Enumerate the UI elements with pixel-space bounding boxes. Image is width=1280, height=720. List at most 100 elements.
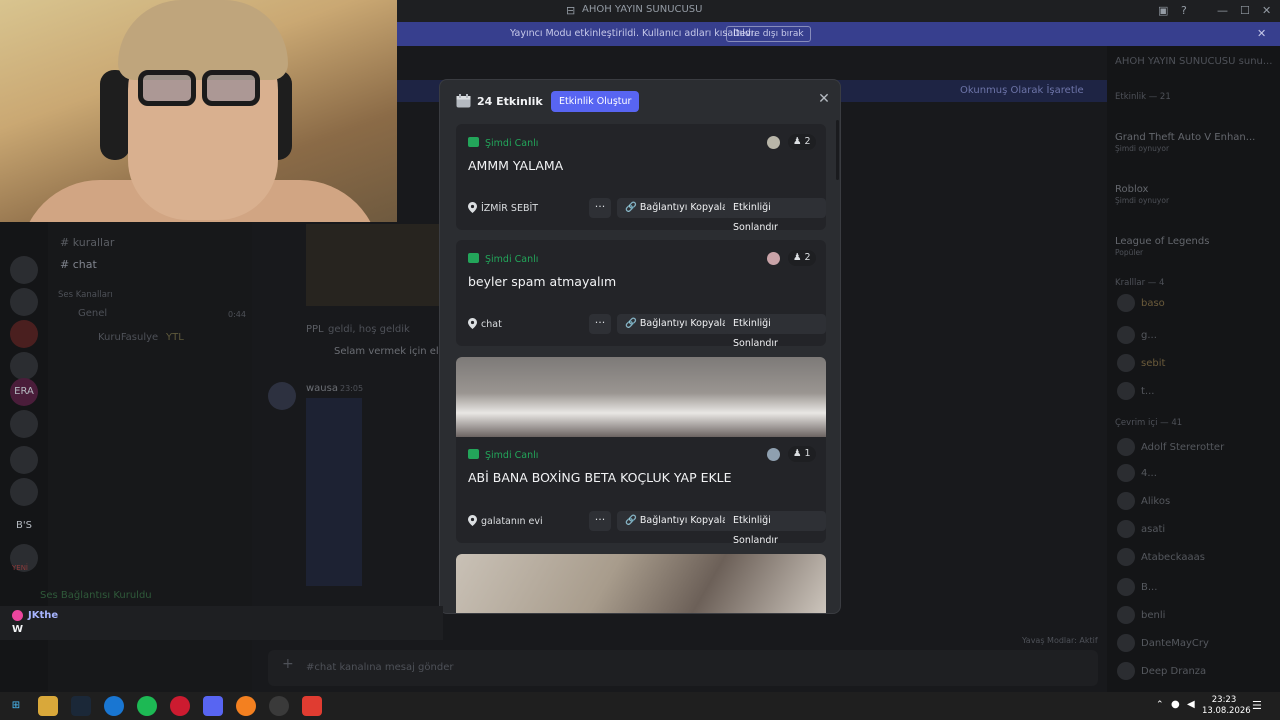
message-image[interactable] [306, 224, 446, 306]
channel-item-active[interactable]: # chat [60, 258, 97, 271]
member-item[interactable]: baso [1117, 294, 1165, 312]
avatar [767, 136, 780, 149]
slowmode-indicator: Yavaş Modlar: Aktif [1022, 636, 1098, 645]
inbox-icon[interactable]: ▣ [1158, 4, 1168, 17]
window-title: AHOH YAYIN SUNUCUSU [582, 4, 703, 15]
voice-status: Ses Bağlantısı Kuruldu [40, 590, 152, 601]
voice-user-badge: YTL [166, 332, 184, 343]
recorder-icon[interactable] [302, 696, 322, 716]
member-item[interactable]: B... [1117, 578, 1157, 596]
channel-item[interactable]: # kurallar [60, 236, 114, 249]
event-title: ABİ BANA BOXİNG BETA KOÇLUK YAP EKLE [468, 470, 732, 485]
more-options-button[interactable]: ··· [589, 511, 611, 531]
mark-read-link[interactable]: Okunmuş Olarak İşaretle [960, 85, 1084, 96]
message-image[interactable] [306, 398, 362, 586]
help-icon[interactable]: ? [1181, 4, 1187, 17]
member-item[interactable]: benli [1117, 606, 1165, 624]
edge-icon[interactable] [104, 696, 124, 716]
webcam-overlay [0, 0, 397, 222]
member-item[interactable]: 4... [1117, 464, 1157, 482]
location-pin-icon [468, 318, 477, 329]
link-icon: 🔗 [625, 515, 637, 526]
voice-user[interactable]: KuruFasulye [98, 332, 158, 343]
server-icon[interactable] [10, 446, 38, 474]
add-attachment-icon[interactable]: + [282, 656, 294, 672]
member-item[interactable]: Alikos [1117, 492, 1170, 510]
message-author[interactable]: wausa [306, 383, 338, 394]
avatar[interactable] [268, 382, 296, 410]
server-header-name[interactable]: AHOH YAYIN SUNUCUSU sunu... [1115, 56, 1272, 67]
cloudflare-icon[interactable] [236, 696, 256, 716]
volume-icon[interactable]: ◀ [1187, 699, 1195, 710]
end-event-button[interactable]: Etkinliği Sonlandır [725, 198, 826, 230]
server-icon[interactable]: ERA [10, 378, 38, 406]
server-icon[interactable]: B'S [10, 512, 38, 540]
event-card[interactable] [456, 554, 826, 613]
close-icon[interactable]: ✕ [816, 91, 832, 107]
close-window-button[interactable]: ✕ [1262, 4, 1271, 17]
member-item[interactable]: Deep Dranza [1117, 662, 1206, 680]
tray-chevron-icon[interactable]: ⌃ [1156, 700, 1164, 710]
opera-icon[interactable] [170, 696, 190, 716]
member-item[interactable]: sebit [1117, 354, 1165, 372]
spotify-icon[interactable] [137, 696, 157, 716]
message-input-placeholder[interactable]: #chat kanalına mesaj gönder [306, 662, 453, 673]
live-status: Şimdi Canlı [468, 137, 538, 149]
message-notification[interactable]: JKthe W [0, 606, 443, 640]
copy-link-button[interactable]: 🔗 Bağlantıyı Kopyala [617, 314, 736, 334]
calendar-live-icon [468, 137, 479, 147]
copy-link-button[interactable]: 🔗 Bağlantıyı Kopyala [617, 198, 736, 218]
member-item[interactable]: g... [1117, 326, 1157, 344]
obs-icon[interactable] [269, 696, 289, 716]
activity-meta: Popüler [1115, 248, 1144, 257]
end-event-button[interactable]: Etkinliği Sonlandır [725, 314, 826, 346]
server-icon[interactable] [10, 352, 38, 380]
event-cover-image [456, 554, 826, 613]
message-author: PPL [306, 324, 324, 335]
member-item[interactable]: asati [1117, 520, 1165, 538]
server-icon[interactable] [10, 410, 38, 438]
server-icon[interactable] [10, 478, 38, 506]
activity-title[interactable]: Grand Theft Auto V Enhan... [1115, 132, 1255, 143]
maximize-button[interactable]: ☐ [1240, 4, 1250, 17]
microphone-icon[interactable]: ● [1171, 699, 1180, 710]
attendee-count[interactable]: ♟ 1 [788, 446, 816, 462]
system-clock[interactable]: 23:23 13.08.2026 [1202, 695, 1251, 717]
member-list: AHOH YAYIN SUNUCUSU sunu... Etkinlik — 2… [1107, 46, 1280, 692]
scrollbar[interactable] [836, 120, 839, 180]
discord-icon[interactable] [203, 696, 223, 716]
voice-category[interactable]: Ses Kanalları [58, 290, 113, 300]
notifications-icon[interactable]: ☰ [1252, 699, 1262, 712]
activity-title[interactable]: Roblox [1115, 184, 1148, 195]
windows-start-icon[interactable]: ⊞ [6, 696, 26, 716]
create-event-button[interactable]: Etkinlik Oluştur [551, 91, 640, 112]
copy-link-button[interactable]: 🔗 Bağlantıyı Kopyala [617, 511, 736, 531]
attendee-count[interactable]: ♟ 2 [788, 134, 816, 150]
member-item[interactable]: Adolf Stererotter [1117, 438, 1224, 456]
more-options-button[interactable]: ··· [589, 198, 611, 218]
notification-message: W [12, 624, 24, 635]
member-item[interactable]: t... [1117, 382, 1154, 400]
server-icon[interactable] [10, 288, 38, 316]
attendee-count[interactable]: ♟ 2 [788, 250, 816, 266]
steam-icon[interactable] [71, 696, 91, 716]
disable-streamer-mode-button[interactable]: Devre dışı bırak [726, 26, 811, 42]
event-card[interactable]: Şimdi Canlı ♟ 1 ABİ BANA BOXİNG BETA KOÇ… [456, 357, 826, 543]
end-event-button[interactable]: Etkinliği Sonlandır [725, 511, 826, 543]
voice-channel[interactable]: Genel [78, 308, 107, 319]
server-icon: ⊟ [566, 4, 576, 17]
event-card[interactable]: Şimdi Canlı ♟ 2 AMMM YALAMA İZMİR SEBİT … [456, 124, 826, 230]
activity-title[interactable]: League of Legends [1115, 236, 1209, 247]
server-icon[interactable] [10, 256, 38, 284]
event-card[interactable]: Şimdi Canlı ♟ 2 beyler spam atmayalım ch… [456, 240, 826, 346]
file-explorer-icon[interactable] [38, 696, 58, 716]
server-icon[interactable] [10, 320, 38, 348]
activity-header: Etkinlik — 21 [1115, 92, 1171, 102]
event-list: Şimdi Canlı ♟ 2 AMMM YALAMA İZMİR SEBİT … [456, 124, 826, 613]
banner-close-icon[interactable]: ✕ [1257, 27, 1266, 40]
discord-window: ⊟ AHOH YAYIN SUNUCUSU ▣ ? — ☐ ✕ Yayıncı … [0, 0, 1280, 720]
minimize-button[interactable]: — [1217, 4, 1228, 17]
more-options-button[interactable]: ··· [589, 314, 611, 334]
member-item[interactable]: Atabeckaaas [1117, 548, 1205, 566]
member-item[interactable]: DanteMayCry [1117, 634, 1209, 652]
